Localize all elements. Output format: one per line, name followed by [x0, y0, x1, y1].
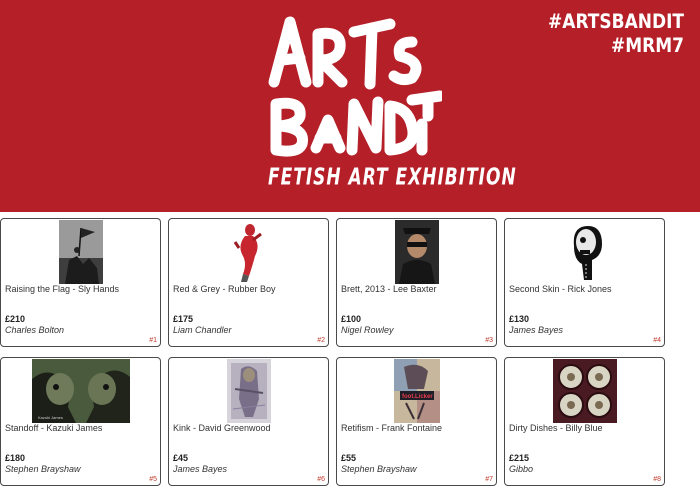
artwork-thumbnail-dirty-dishes	[552, 359, 617, 423]
artwork-number: #7	[485, 476, 493, 483]
artwork-card[interactable]: Kazuki James Standoff - Kazuki James £18…	[0, 357, 161, 486]
artwork-card[interactable]: Red & Grey - Rubber Boy £175 Liam Chandl…	[168, 218, 329, 347]
thumbnail-caption: foot.Licker	[402, 394, 433, 400]
artwork-thumbnail-red-and-grey	[228, 220, 269, 284]
artwork-thumbnail-retifism: foot.Licker	[393, 359, 440, 423]
artwork-title: Red & Grey - Rubber Boy	[173, 284, 276, 294]
artwork-title: Dirty Dishes - Billy Blue	[509, 423, 603, 433]
hashtags: #ARTSBANDIT #MRM7	[548, 10, 684, 58]
artwork-card[interactable]: Raising the Flag - Sly Hands £210 Charle…	[0, 218, 161, 347]
hashtag-mrm7[interactable]: #MRM7	[548, 32, 684, 60]
artwork-buyer: Liam Chandler	[173, 325, 232, 335]
arts-bandit-logo: FETISH ART EXHIBITION	[262, 12, 517, 206]
artwork-price: £210	[5, 314, 26, 324]
artwork-buyer: James Bayes	[173, 464, 228, 474]
artwork-price: £130	[509, 314, 530, 324]
artwork-card[interactable]: Brett, 2013 - Lee Baxter £100 Nigel Rowl…	[336, 218, 497, 347]
artwork-price: £55	[341, 453, 357, 463]
artwork-card[interactable]: Dirty Dishes - Billy Blue £215 Gibbo #8	[504, 357, 665, 486]
arts-bandit-logo-art	[268, 16, 442, 157]
artwork-card[interactable]: Second Skin - Rick Jones £130 James Baye…	[504, 218, 665, 347]
artwork-buyer: Charles Bolton	[5, 325, 65, 335]
artwork-title: Brett, 2013 - Lee Baxter	[341, 284, 437, 294]
artwork-title: Standoff - Kazuki James	[5, 423, 103, 433]
artwork-buyer: Stephen Brayshaw	[341, 464, 417, 474]
artwork-thumbnail-second-skin	[561, 220, 608, 284]
artwork-price: £180	[5, 453, 26, 463]
artwork-buyer: James Bayes	[509, 325, 564, 335]
thumbnail-caption: Kazuki James	[38, 415, 63, 420]
artwork-number: #3	[485, 337, 493, 344]
artwork-price: £175	[173, 314, 194, 324]
artwork-number: #4	[653, 337, 661, 344]
artwork-buyer: Nigel Rowley	[341, 325, 394, 335]
artwork-title: Kink - David Greenwood	[173, 423, 271, 433]
artwork-thumbnail-standoff: Kazuki James	[31, 359, 130, 423]
artwork-thumbnail-kink	[226, 359, 271, 423]
artwork-title: Retifism - Frank Fontaine	[341, 423, 443, 433]
artwork-card[interactable]: foot.Licker Retifism - Frank Fontaine £5…	[336, 357, 497, 486]
header-banner: FETISH ART EXHIBITION #ARTSBANDIT #MRM7	[0, 0, 700, 212]
artwork-number: #6	[317, 476, 325, 483]
artwork-thumbnail-raising-the-flag	[58, 220, 103, 284]
artwork-number: #8	[653, 476, 661, 483]
artwork-number: #5	[149, 476, 157, 483]
artwork-title: Raising the Flag - Sly Hands	[5, 284, 120, 294]
artwork-buyer: Gibbo	[509, 464, 534, 474]
artwork-number: #1	[149, 337, 157, 344]
artwork-price: £100	[341, 314, 362, 324]
exhibition-tagline: FETISH ART EXHIBITION	[268, 164, 517, 191]
artwork-number: #2	[317, 337, 325, 344]
artwork-price: £215	[509, 453, 530, 463]
artwork-buyer: Stephen Brayshaw	[5, 464, 81, 474]
artwork-thumbnail-brett-2013	[394, 220, 439, 284]
artwork-title: Second Skin - Rick Jones	[509, 284, 612, 294]
artwork-price: £45	[173, 453, 189, 463]
artwork-card[interactable]: Kink - David Greenwood £45 James Bayes #…	[168, 357, 329, 486]
